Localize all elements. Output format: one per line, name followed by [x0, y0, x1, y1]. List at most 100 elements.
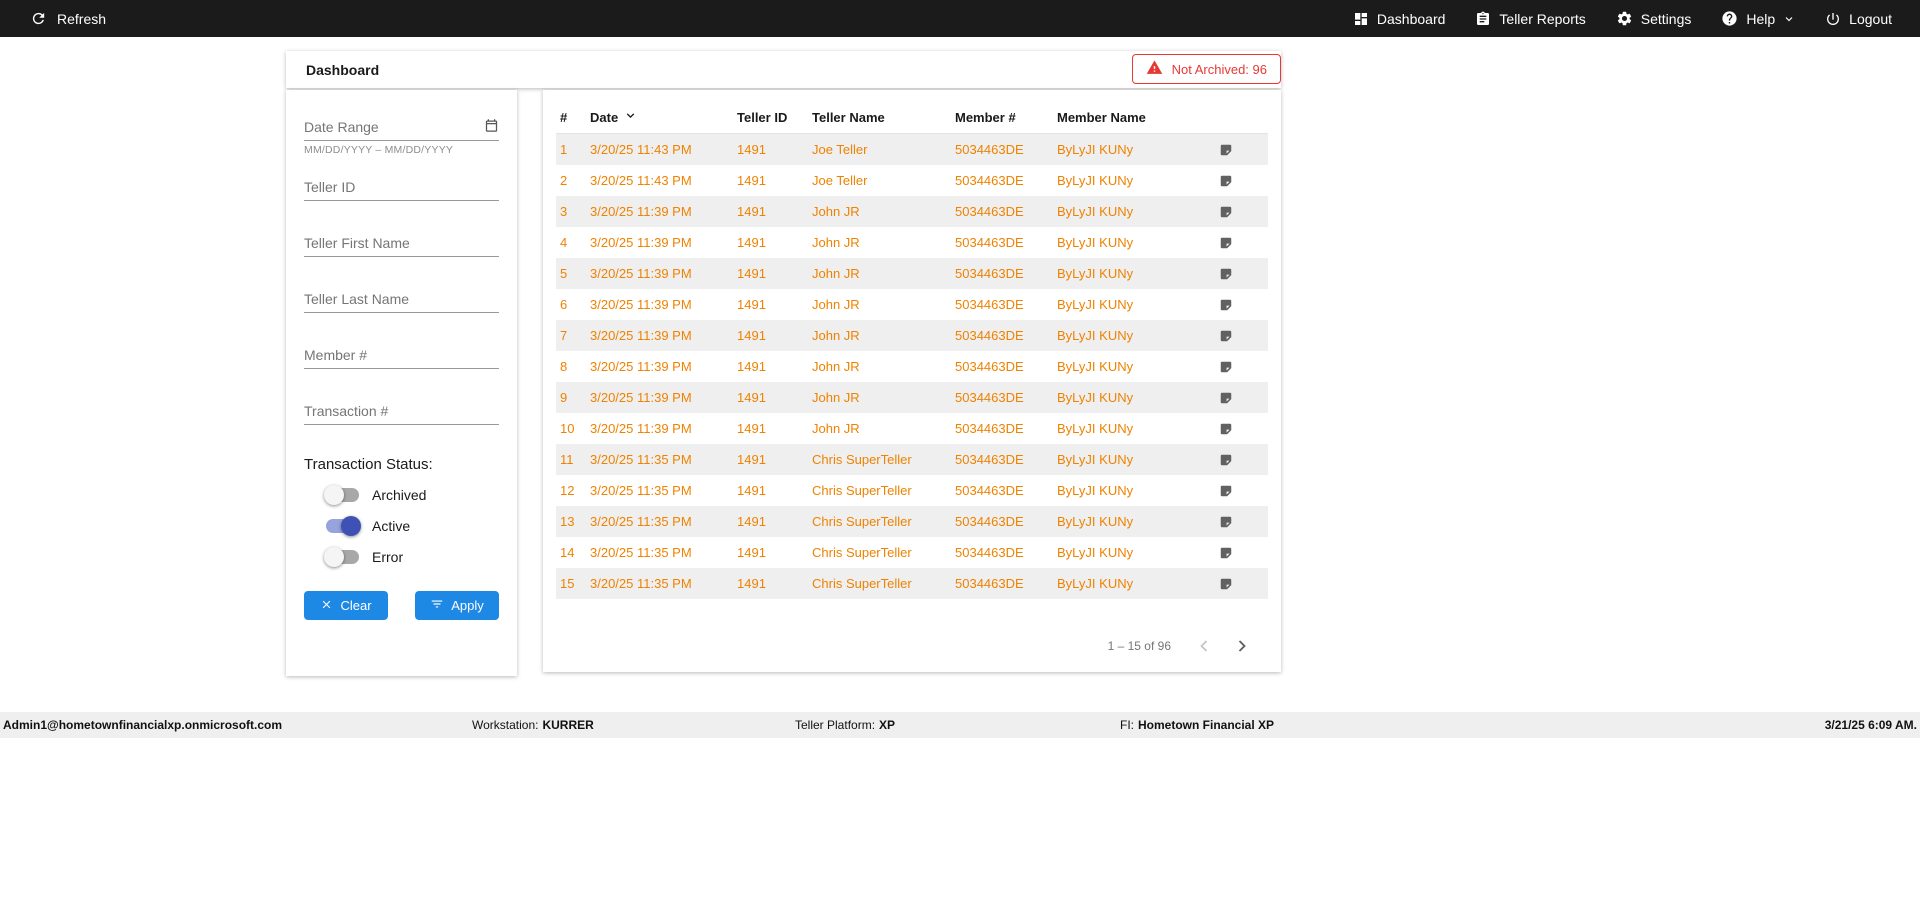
- table-row[interactable]: 2 3/20/25 11:43 PM 1491 Joe Teller 50344…: [556, 165, 1268, 196]
- row-number: 3: [560, 203, 568, 219]
- table-row[interactable]: 3 3/20/25 11:39 PM 1491 John JR 5034463D…: [556, 195, 1268, 227]
- table-row[interactable]: 14 3/20/25 11:35 PM 1491 Chris SuperTell…: [556, 537, 1268, 568]
- row-member-name: ByLyJI KUNy: [1057, 544, 1134, 560]
- row-note-cell: [1211, 382, 1268, 413]
- nav-item-help[interactable]: Help: [1721, 10, 1795, 27]
- pagination-prev-button[interactable]: [1191, 633, 1217, 659]
- error-toggle-label: Error: [372, 549, 404, 565]
- row-member-number: 5034463DE: [955, 296, 1024, 312]
- table-row[interactable]: 13 3/20/25 11:35 PM 1491 Chris SuperTell…: [556, 505, 1268, 537]
- table-row[interactable]: 7 3/20/25 11:39 PM 1491 John JR 5034463D…: [556, 319, 1268, 351]
- table-header-row: # Date Teller ID Teller Name Member # Me…: [556, 104, 1268, 134]
- table-row[interactable]: 4 3/20/25 11:39 PM 1491 John JR 5034463D…: [556, 227, 1268, 258]
- row-note-cell: [1211, 320, 1268, 351]
- row-teller-id: 1491: [737, 482, 766, 498]
- row-date: 3/20/25 11:39 PM: [590, 265, 692, 281]
- note-icon[interactable]: [1219, 515, 1233, 529]
- nav-item-teller-reports[interactable]: Teller Reports: [1475, 11, 1586, 27]
- col-header-date[interactable]: Date: [586, 104, 733, 134]
- dashboard-icon: [1353, 11, 1369, 27]
- col-header-teller-id: Teller ID: [737, 109, 788, 125]
- note-icon[interactable]: [1219, 484, 1233, 498]
- row-member-number: 5034463DE: [955, 327, 1024, 343]
- help-icon: [1721, 10, 1738, 27]
- note-icon[interactable]: [1219, 391, 1233, 405]
- row-member-name: ByLyJI KUNy: [1057, 389, 1134, 405]
- row-note-cell: [1211, 413, 1268, 444]
- note-icon[interactable]: [1219, 360, 1233, 374]
- transaction-number-input[interactable]: [304, 400, 499, 425]
- note-icon[interactable]: [1219, 422, 1233, 436]
- transactions-panel: # Date Teller ID Teller Name Member # Me…: [543, 90, 1281, 672]
- toggle-error[interactable]: Error: [324, 547, 499, 567]
- note-icon[interactable]: [1219, 236, 1233, 250]
- date-range-input[interactable]: [304, 116, 499, 141]
- table-row[interactable]: 8 3/20/25 11:39 PM 1491 John JR 5034463D…: [556, 351, 1268, 382]
- filter-icon: [430, 597, 444, 614]
- table-row[interactable]: 15 3/20/25 11:35 PM 1491 Chris SuperTell…: [556, 567, 1268, 599]
- active-toggle-switch[interactable]: [326, 516, 361, 536]
- clear-button[interactable]: Clear: [304, 591, 388, 620]
- pagination-next-button[interactable]: [1229, 633, 1255, 659]
- teller-id-input[interactable]: [304, 176, 499, 201]
- nav-item-logout[interactable]: Logout: [1825, 11, 1892, 27]
- archived-toggle-label: Archived: [372, 487, 427, 503]
- refresh-button[interactable]: Refresh: [0, 10, 106, 27]
- row-date: 3/20/25 11:39 PM: [590, 203, 692, 219]
- row-teller-id: 1491: [737, 265, 766, 281]
- transaction-number-field: [304, 400, 499, 425]
- table-row[interactable]: 11 3/20/25 11:35 PM 1491 Chris SuperTell…: [556, 443, 1268, 475]
- teller-first-name-input[interactable]: [304, 232, 499, 257]
- note-icon[interactable]: [1219, 143, 1233, 157]
- toggle-active[interactable]: Active: [326, 516, 499, 536]
- row-date: 3/20/25 11:39 PM: [590, 327, 692, 343]
- note-icon[interactable]: [1219, 174, 1233, 188]
- col-header-note: [1211, 104, 1268, 134]
- table-row[interactable]: 12 3/20/25 11:35 PM 1491 Chris SuperTell…: [556, 475, 1268, 506]
- row-member-number: 5034463DE: [955, 544, 1024, 560]
- row-member-name: ByLyJI KUNy: [1057, 141, 1134, 157]
- error-toggle-switch[interactable]: [324, 547, 359, 567]
- note-icon[interactable]: [1219, 329, 1233, 343]
- row-member-name: ByLyJI KUNy: [1057, 203, 1134, 219]
- row-teller-id: 1491: [737, 513, 766, 529]
- active-toggle-label: Active: [372, 518, 411, 534]
- not-archived-badge[interactable]: Not Archived: 96: [1131, 54, 1281, 84]
- row-teller-id: 1491: [737, 172, 766, 188]
- apply-button[interactable]: Apply: [415, 591, 499, 620]
- top-navbar: Refresh Dashboard Teller Reports Setting…: [0, 0, 1920, 37]
- row-member-number: 5034463DE: [955, 389, 1024, 405]
- note-icon[interactable]: [1219, 577, 1233, 591]
- transactions-table: # Date Teller ID Teller Name Member # Me…: [556, 104, 1268, 599]
- table-row[interactable]: 6 3/20/25 11:39 PM 1491 John JR 5034463D…: [556, 289, 1268, 320]
- row-member-number: 5034463DE: [955, 203, 1024, 219]
- footer-datetime: 3/21/25 6:09 AM.: [1824, 718, 1917, 732]
- calendar-icon[interactable]: [484, 118, 499, 138]
- row-member-name: ByLyJI KUNy: [1057, 172, 1134, 188]
- row-teller-name: Chris SuperTeller: [812, 451, 912, 467]
- note-icon[interactable]: [1219, 267, 1233, 281]
- archived-toggle-switch[interactable]: [324, 485, 359, 505]
- member-number-input[interactable]: [304, 344, 499, 369]
- row-member-number: 5034463DE: [955, 265, 1024, 281]
- warning-triangle-icon: [1146, 59, 1163, 79]
- toggle-archived[interactable]: Archived: [324, 485, 499, 505]
- table-row[interactable]: 1 3/20/25 11:43 PM 1491 Joe Teller 50344…: [556, 133, 1268, 165]
- row-teller-name: Chris SuperTeller: [812, 513, 912, 529]
- row-note-cell: [1211, 165, 1268, 196]
- nav-item-dashboard[interactable]: Dashboard: [1353, 11, 1445, 27]
- row-date: 3/20/25 11:35 PM: [590, 575, 692, 591]
- row-note-cell: [1211, 568, 1268, 599]
- table-row[interactable]: 9 3/20/25 11:39 PM 1491 John JR 5034463D…: [556, 381, 1268, 413]
- row-teller-name: Joe Teller: [812, 141, 868, 157]
- teller-last-name-input[interactable]: [304, 288, 499, 313]
- note-icon[interactable]: [1219, 546, 1233, 560]
- table-row[interactable]: 10 3/20/25 11:39 PM 1491 John JR 5034463…: [556, 413, 1268, 444]
- note-icon[interactable]: [1219, 205, 1233, 219]
- table-row[interactable]: 5 3/20/25 11:39 PM 1491 John JR 5034463D…: [556, 257, 1268, 289]
- note-icon[interactable]: [1219, 453, 1233, 467]
- row-member-name: ByLyJI KUNy: [1057, 327, 1134, 343]
- nav-item-settings[interactable]: Settings: [1616, 10, 1691, 27]
- row-note-cell: [1211, 258, 1268, 289]
- note-icon[interactable]: [1219, 298, 1233, 312]
